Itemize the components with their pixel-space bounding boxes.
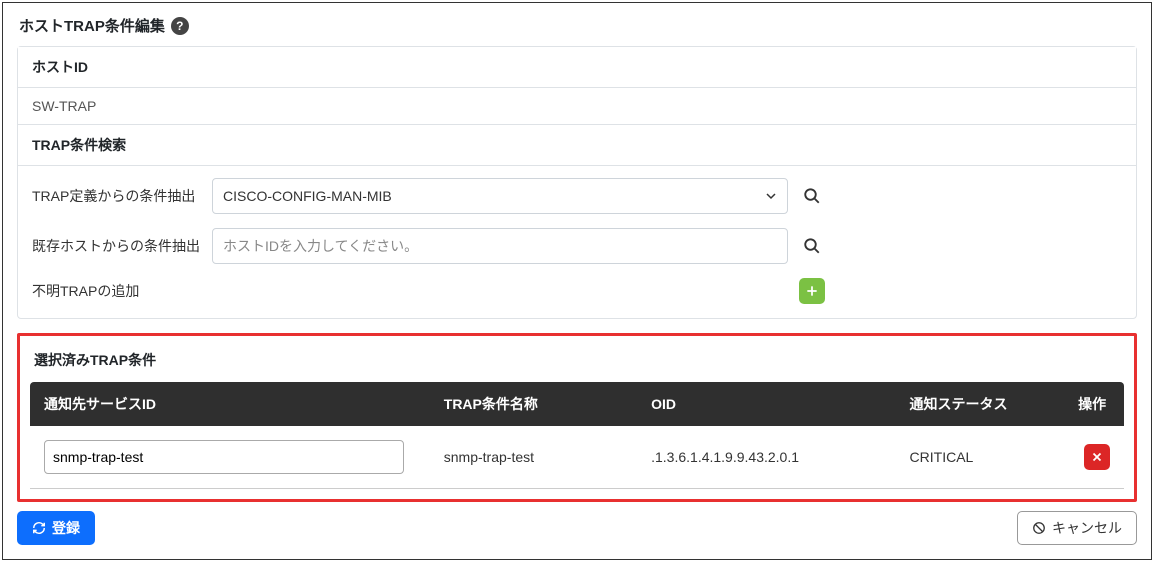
register-label: 登録: [52, 518, 80, 538]
footer-row: 登録 キャンセル: [17, 511, 1137, 545]
delete-row-button[interactable]: [1084, 444, 1110, 470]
label-unknown-trap: 不明TRAPの追加: [32, 281, 212, 301]
trap-search-body: TRAP定義からの条件抽出 CISCO-CONFIG-MAN-MIB 既存ホスト…: [18, 166, 1136, 318]
page-title: ホストTRAP条件編集: [19, 15, 165, 36]
page-container: ホストTRAP条件編集 ? ホストID SW-TRAP TRAP条件検索 TRA…: [2, 2, 1152, 560]
cancel-button[interactable]: キャンセル: [1017, 511, 1137, 545]
search-host-button[interactable]: [794, 237, 830, 255]
host-id-header: ホストID: [18, 47, 1136, 88]
th-cond-name: TRAP条件名称: [430, 382, 637, 426]
row-unknown-trap: 不明TRAPの追加: [32, 278, 1122, 304]
select-trap-definition[interactable]: CISCO-CONFIG-MAN-MIB: [212, 178, 788, 214]
cancel-icon: [1032, 521, 1046, 535]
selected-trap-table: 通知先サービスID TRAP条件名称 OID 通知ステータス 操作 snmp-t…: [30, 382, 1124, 489]
selected-trap-title: 選択済みTRAP条件: [34, 350, 1124, 370]
th-oid: OID: [637, 382, 895, 426]
th-status: 通知ステータス: [896, 382, 1065, 426]
help-icon[interactable]: ?: [171, 17, 189, 35]
table-header-row: 通知先サービスID TRAP条件名称 OID 通知ステータス 操作: [30, 382, 1124, 426]
cell-oid: .1.3.6.1.4.1.9.9.43.2.0.1: [637, 426, 895, 489]
search-def-button[interactable]: [794, 187, 830, 205]
search-icon: [803, 237, 821, 255]
close-icon: [1091, 451, 1103, 463]
input-service-id[interactable]: [44, 440, 404, 474]
cell-cond-name: snmp-trap-test: [430, 426, 637, 489]
row-def-extract: TRAP定義からの条件抽出 CISCO-CONFIG-MAN-MIB: [32, 178, 1122, 214]
refresh-icon: [32, 521, 46, 535]
cancel-label: キャンセル: [1052, 518, 1122, 538]
input-host-id[interactable]: [212, 228, 788, 264]
th-service-id: 通知先サービスID: [30, 382, 430, 426]
selected-trap-highlight: 選択済みTRAP条件 通知先サービスID TRAP条件名称 OID 通知ステータ…: [17, 333, 1137, 502]
th-op: 操作: [1064, 382, 1124, 426]
cell-status: CRITICAL: [896, 426, 1065, 489]
label-host-extract: 既存ホストからの条件抽出: [32, 236, 212, 256]
page-title-row: ホストTRAP条件編集 ?: [17, 15, 1137, 36]
row-host-extract: 既存ホストからの条件抽出: [32, 228, 1122, 264]
host-id-value: SW-TRAP: [18, 88, 1136, 125]
label-def-extract: TRAP定義からの条件抽出: [32, 186, 212, 206]
plus-icon: [805, 284, 819, 298]
search-icon: [803, 187, 821, 205]
add-unknown-trap-button[interactable]: [799, 278, 825, 304]
trap-search-header: TRAP条件検索: [18, 125, 1136, 166]
table-row: snmp-trap-test .1.3.6.1.4.1.9.9.43.2.0.1…: [30, 426, 1124, 489]
register-button[interactable]: 登録: [17, 511, 95, 545]
host-search-card: ホストID SW-TRAP TRAP条件検索 TRAP定義からの条件抽出 CIS…: [17, 46, 1137, 319]
